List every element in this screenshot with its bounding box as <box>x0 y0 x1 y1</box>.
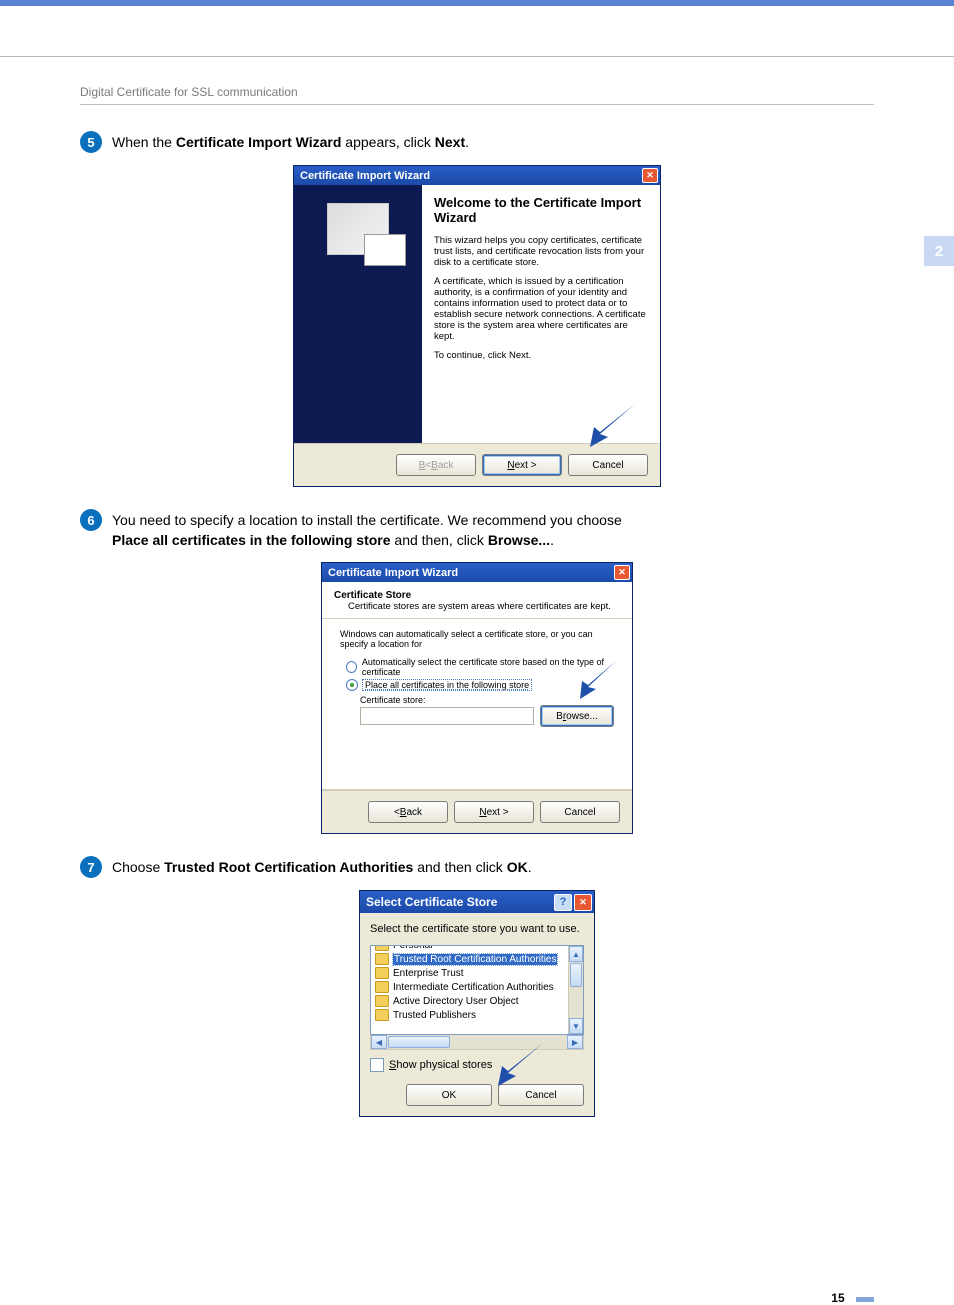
scroll-thumb[interactable] <box>570 963 582 987</box>
titlebar: Select Certificate Store ? ✕ <box>360 891 594 913</box>
text: and then click <box>413 859 506 875</box>
wizard-subtitle: Certificate Store <box>334 590 620 601</box>
close-icon[interactable]: ✕ <box>614 565 630 580</box>
ok-button[interactable]: OK <box>406 1084 492 1106</box>
annotation-arrow-icon <box>488 1038 548 1088</box>
vertical-scrollbar[interactable]: ▲ ▼ <box>568 946 583 1034</box>
step-number-badge: 7 <box>80 856 102 878</box>
annotation-arrow-icon <box>580 399 640 449</box>
wizard-paragraph: To continue, click Next. <box>434 350 648 361</box>
checkbox-label: Show physical stores <box>389 1059 492 1071</box>
store-tree: Personal Trusted Root Certification Auth… <box>370 945 584 1035</box>
step-number-badge: 5 <box>80 131 102 153</box>
wizard-paragraph: This wizard helps you copy certificates,… <box>434 235 648 268</box>
folder-icon <box>375 981 389 993</box>
window-title: Certificate Import Wizard <box>328 567 458 579</box>
checkbox-icon <box>370 1058 384 1072</box>
wizard-sidebar-image <box>294 185 422 443</box>
titlebar: Certificate Import Wizard ✕ <box>322 563 632 582</box>
text-bold: Next <box>435 134 465 150</box>
tree-item-trusted-publishers[interactable]: Trusted Publishers <box>373 1008 566 1022</box>
browse-button[interactable]: Browse... <box>540 705 614 727</box>
scroll-left-icon[interactable]: ◀ <box>371 1035 387 1049</box>
tree-item-trusted-root[interactable]: Trusted Root Certification Authorities <box>373 952 566 966</box>
step-5: 5 When the Certificate Import Wizard app… <box>80 133 874 153</box>
horizontal-scrollbar[interactable]: ◀ ▶ <box>370 1035 584 1050</box>
scroll-up-icon[interactable]: ▲ <box>569 946 583 962</box>
wizard-subdesc: Certificate stores are system areas wher… <box>334 601 620 612</box>
close-icon[interactable]: ✕ <box>642 168 658 183</box>
scroll-down-icon[interactable]: ▼ <box>569 1018 583 1034</box>
help-icon[interactable]: ? <box>554 894 572 911</box>
annotation-arrow-icon <box>572 657 620 701</box>
wizard-intro-text: Windows can automatically select a certi… <box>340 629 614 649</box>
folder-icon <box>375 995 389 1007</box>
window-title: Select Certificate Store <box>366 895 497 909</box>
top-gap <box>0 6 954 57</box>
window-title: Certificate Import Wizard <box>300 170 430 182</box>
wizard-store-window: Certificate Import Wizard ✕ Certificate … <box>321 562 633 834</box>
step-number-badge: 6 <box>80 509 102 531</box>
page-number: 15 <box>831 1291 844 1305</box>
tree-item-intermediate-ca[interactable]: Intermediate Certification Authorities <box>373 980 566 994</box>
tree-item-ad-user-object[interactable]: Active Directory User Object <box>373 994 566 1008</box>
folder-icon <box>375 1009 389 1021</box>
text: When the <box>112 134 176 150</box>
step-6: 6 You need to specify a location to inst… <box>80 511 874 550</box>
dialog-prompt: Select the certificate store you want to… <box>370 923 584 935</box>
step-7-text: Choose Trusted Root Certification Author… <box>112 858 532 878</box>
step-7: 7 Choose Trusted Root Certification Auth… <box>80 858 874 878</box>
text: You need to specify a location to instal… <box>112 512 622 528</box>
scroll-thumb[interactable] <box>388 1036 450 1048</box>
next-button[interactable]: Next > <box>482 454 562 476</box>
back-button: B< Back< Back <box>396 454 476 476</box>
text-bold: Trusted Root Certification Authorities <box>164 859 413 875</box>
step-5-text: When the Certificate Import Wizard appea… <box>112 133 469 153</box>
radio-icon <box>346 661 357 673</box>
radio-icon <box>346 679 358 691</box>
step-6-text: You need to specify a location to instal… <box>112 511 622 550</box>
select-store-dialog: Select Certificate Store ? ✕ Select the … <box>359 890 595 1117</box>
show-physical-stores-checkbox[interactable]: Show physical stores <box>370 1058 584 1072</box>
back-button[interactable]: < Back <box>368 801 448 823</box>
certificate-store-input[interactable] <box>360 707 534 725</box>
next-button[interactable]: Next > <box>454 801 534 823</box>
text: Choose <box>112 859 164 875</box>
wizard-heading: Welcome to the Certificate Import Wizard <box>434 195 648 225</box>
wizard-paragraph: A certificate, which is issued by a cert… <box>434 276 648 342</box>
text-bold: Certificate Import Wizard <box>176 134 342 150</box>
cancel-button[interactable]: Cancel <box>568 454 648 476</box>
folder-icon <box>375 953 389 965</box>
text-bold: OK <box>507 859 528 875</box>
tree-item-enterprise-trust[interactable]: Enterprise Trust <box>373 966 566 980</box>
titlebar: Certificate Import Wizard ✕ <box>294 166 660 185</box>
certificate-graphic-icon <box>327 203 389 255</box>
text: . <box>550 532 554 548</box>
close-icon[interactable]: ✕ <box>574 894 592 911</box>
cancel-button[interactable]: Cancel <box>540 801 620 823</box>
section-header: Digital Certificate for SSL communicatio… <box>80 85 874 99</box>
text-bold: Browse... <box>488 532 550 548</box>
radio-label: Place all certificates in the following … <box>363 680 531 690</box>
folder-icon <box>375 946 389 951</box>
section-divider <box>80 104 874 105</box>
page-footer: 15 <box>831 1291 874 1305</box>
folder-icon <box>375 967 389 979</box>
text-bold: Place all certificates in the following … <box>112 532 391 548</box>
scroll-right-icon[interactable]: ▶ <box>567 1035 583 1049</box>
text: . <box>465 134 469 150</box>
text: . <box>528 859 532 875</box>
wizard-welcome-window: Certificate Import Wizard ✕ Welcome to t… <box>293 165 661 487</box>
footer-accent-icon <box>856 1297 874 1302</box>
text: and then, click <box>391 532 488 548</box>
text: appears, click <box>341 134 434 150</box>
